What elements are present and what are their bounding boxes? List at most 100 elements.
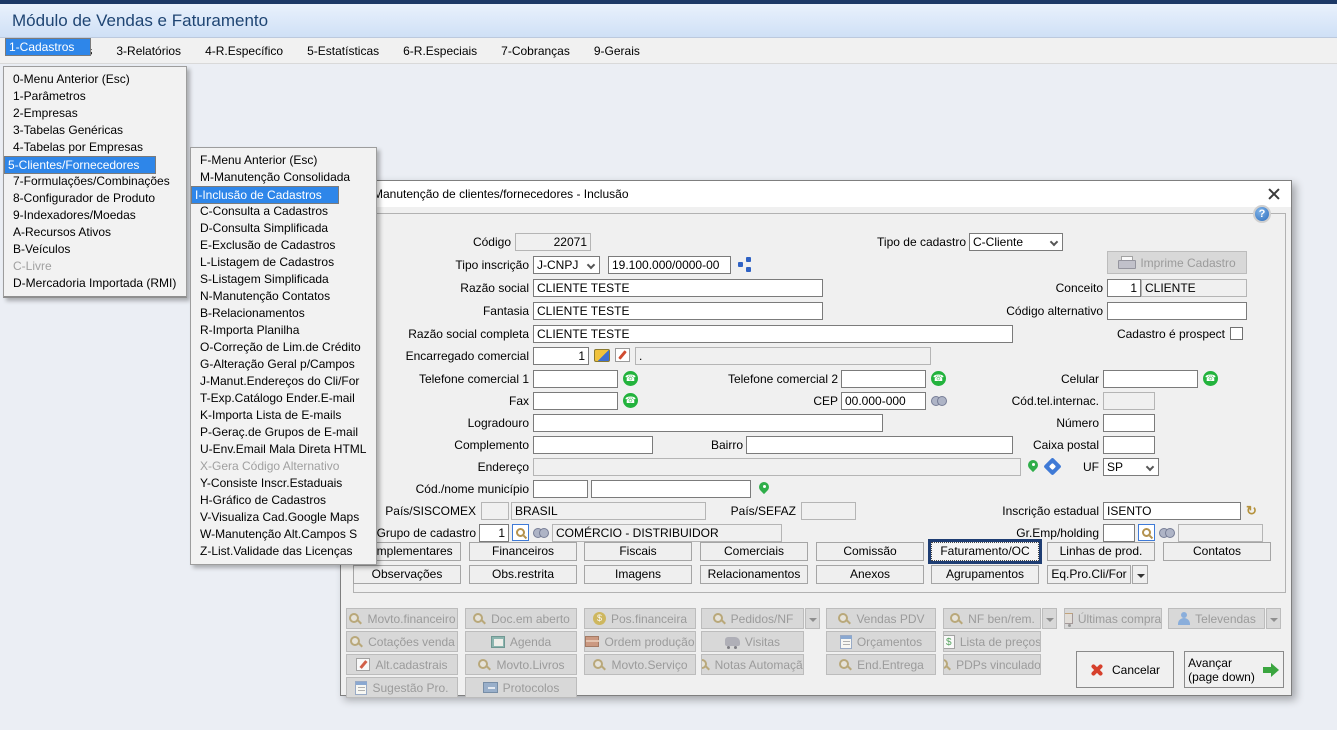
conceito-code-input[interactable]: 1 [1107, 279, 1141, 297]
button-pos-financeira[interactable]: Pos.financeira [584, 608, 696, 629]
button-alt-cadastrais[interactable]: Alt.cadastrais [346, 654, 458, 675]
whatsapp-icon[interactable] [931, 371, 946, 386]
razao-social-input[interactable]: CLIENTE TESTE [533, 279, 823, 297]
menu-item-b-relacionamentos[interactable]: B-Relacionamentos [191, 305, 376, 322]
button-vendas-pdv[interactable]: Vendas PDV [826, 608, 936, 629]
menu-item-z-list-validade-das-licencas[interactable]: Z-List.Validade das Licenças [191, 543, 376, 560]
menu-item-j-manut-enderecos-do-cli-for[interactable]: J-Manut.Endereços do Cli/For [191, 373, 376, 390]
menu-item-d-mercadoria-importada-rmi[interactable]: D-Mercadoria Importada (RMI) [4, 275, 186, 292]
prospect-checkbox[interactable] [1230, 327, 1243, 340]
help-icon[interactable] [1253, 205, 1271, 223]
tab-comerciais[interactable]: Comerciais [700, 542, 808, 561]
button-ultimas-compras[interactable]: Últimas compras [1064, 608, 1162, 629]
codigo-alternativo-input[interactable] [1107, 302, 1247, 320]
menu-item-m-manutencao-consolidada[interactable]: M-Manutenção Consolidada [191, 169, 376, 186]
busca-grupo-icon[interactable] [512, 524, 529, 541]
menu-item-i-inclusao-de-cadastros[interactable]: I-Inclusão de Cadastros [191, 186, 339, 204]
tab-relacionamentos[interactable]: Relacionamentos [700, 565, 808, 584]
button-protocolos[interactable]: Protocolos [465, 677, 577, 698]
button-end-entrega[interactable]: End.Entrega [826, 654, 936, 675]
button-pedidos-nf-dropdown-icon[interactable] [805, 608, 820, 629]
cep-input[interactable]: 00.000-000 [841, 392, 926, 410]
menubar-item-3-relatorios[interactable]: 3-Relatórios [104, 38, 193, 63]
fax-input[interactable] [533, 392, 618, 410]
tab-anexos[interactable]: Anexos [816, 565, 924, 584]
menubar-item-4-r-especifico[interactable]: 4-R.Específico [193, 38, 295, 63]
menu-item-w-manutencao-alt-campos-s[interactable]: W-Manutenção Alt.Campos S [191, 526, 376, 543]
municipio-code-input[interactable] [533, 480, 588, 498]
tab-financeiros[interactable]: Financeiros [469, 542, 577, 561]
button-movto-servico[interactable]: Movto.Serviço [584, 654, 696, 675]
button-nf-ben-rem-dropdown-icon[interactable] [1042, 608, 1057, 629]
tab-imagens[interactable]: Imagens [584, 565, 692, 584]
menu-item-x-gera-codigo-alternativo[interactable]: X-Gera Código Alternativo [191, 458, 376, 475]
menu-item-c-consulta-a-cadastros[interactable]: C-Consulta a Cadastros [191, 203, 376, 220]
fantasia-input[interactable]: CLIENTE TESTE [533, 302, 823, 320]
button-visitas[interactable]: Visitas [701, 631, 804, 652]
menu-item-t-exp-catalogo-ender-e-mail[interactable]: T-Exp.Catálogo Ender.E-mail [191, 390, 376, 407]
busca-cep-icon[interactable] [931, 394, 947, 407]
menu-item-4-tabelas-por-empresas[interactable]: 4-Tabelas por Empresas [4, 139, 186, 156]
menu-item-1-parametros[interactable]: 1-Parâmetros [4, 88, 186, 105]
close-icon[interactable] [1265, 185, 1283, 203]
telefone1-input[interactable] [533, 370, 618, 388]
menubar-item-9-gerais[interactable]: 9-Gerais [582, 38, 652, 63]
tab-eq-pro-cli-for[interactable]: Eq.Pro.Cli/For [1047, 565, 1131, 584]
menubar-item-1-cadastros[interactable]: 1-Cadastros [5, 38, 91, 56]
whatsapp-icon[interactable] [1203, 371, 1218, 386]
menu-item-9-indexadores-moedas[interactable]: 9-Indexadores/Moedas [4, 207, 186, 224]
tab-contatos[interactable]: Contatos [1163, 542, 1271, 561]
menu-item-g-alteracao-geral-p-campos[interactable]: G-Alteração Geral p/Campos [191, 356, 376, 373]
button-agenda[interactable]: Agenda [465, 631, 577, 652]
button-televendas-dropdown-icon[interactable] [1266, 608, 1281, 629]
tab-agrupamentos[interactable]: Agrupamentos [931, 565, 1039, 584]
button-movto-livros[interactable]: Movto.Livros [465, 654, 577, 675]
button-cotacoes-venda[interactable]: Cotações venda [346, 631, 458, 652]
button-doc-em-aberto[interactable]: Doc.em aberto [465, 608, 577, 629]
button-ordem-producao[interactable]: Ordem produção [584, 631, 696, 652]
sync-sintegra-icon[interactable] [1246, 503, 1261, 518]
button-lista-de-precos[interactable]: Lista de preços [943, 631, 1041, 652]
consulta-cnpj-icon[interactable] [738, 257, 753, 272]
menu-item-2-empresas[interactable]: 2-Empresas [4, 105, 186, 122]
tab-fiscais[interactable]: Fiscais [584, 542, 692, 561]
avancar-button[interactable]: Avançar (page down) [1184, 651, 1284, 688]
menubar-item-5-estatisticas[interactable]: 5-Estatísticas [295, 38, 391, 63]
tab-faturamento-oc[interactable]: Faturamento/OC [931, 542, 1039, 561]
menu-item-c-livre[interactable]: C-Livre [4, 258, 186, 275]
menu-item-3-tabelas-genericas[interactable]: 3-Tabelas Genéricas [4, 122, 186, 139]
razao-completa-input[interactable]: CLIENTE TESTE [533, 325, 1013, 343]
binoculars-icon[interactable] [533, 526, 549, 539]
button-notas-automacao[interactable]: Notas Automação [701, 654, 804, 675]
menu-item-d-consulta-simplificada[interactable]: D-Consulta Simplificada [191, 220, 376, 237]
button-movto-financeiro[interactable]: Movto.financeiro [346, 608, 458, 629]
busca-encarregado-icon[interactable] [594, 349, 610, 362]
numero-input[interactable] [1103, 414, 1155, 432]
binoculars-icon[interactable] [1159, 526, 1175, 539]
menu-item-a-recursos-ativos[interactable]: A-Recursos Ativos [4, 224, 186, 241]
map-pin-icon[interactable] [1027, 459, 1039, 473]
caixa-postal-input[interactable] [1103, 436, 1155, 454]
button-pdps-vinculados[interactable]: PDPs vinculados [943, 654, 1041, 675]
whatsapp-icon[interactable] [623, 393, 638, 408]
tab-obs-restrita[interactable]: Obs.restrita [469, 565, 577, 584]
menu-item-n-manutencao-contatos[interactable]: N-Manutenção Contatos [191, 288, 376, 305]
inscricao-estadual-input[interactable]: ISENTO [1103, 502, 1241, 520]
telefone2-input[interactable] [841, 370, 926, 388]
menu-item-f-menu-anterior-esc[interactable]: F-Menu Anterior (Esc) [191, 152, 376, 169]
tab-observacoes[interactable]: Observações [353, 565, 461, 584]
encarregado-code-input[interactable]: 1 [533, 347, 589, 365]
menu-item-p-gerac-de-grupos-de-e-mail[interactable]: P-Geraç.de Grupos de E-mail [191, 424, 376, 441]
menu-item-h-grafico-de-cadastros[interactable]: H-Gráfico de Cadastros [191, 492, 376, 509]
bairro-input[interactable] [746, 436, 1013, 454]
menu-item-k-importa-lista-de-e-mails[interactable]: K-Importa Lista de E-mails [191, 407, 376, 424]
tab-eq-pro-cli-for-dropdown-icon[interactable] [1132, 565, 1148, 584]
menu-item-r-importa-planilha[interactable]: R-Importa Planilha [191, 322, 376, 339]
uf-select[interactable]: SP [1103, 458, 1159, 476]
menubar-item-6-r-especiais[interactable]: 6-R.Especiais [391, 38, 489, 63]
button-sugestao-pro[interactable]: Sugestão Pro. [346, 677, 458, 698]
menubar-item-7-cobrancas[interactable]: 7-Cobranças [489, 38, 582, 63]
menu-item-5-clientes-fornecedores[interactable]: 5-Clientes/Fornecedores [4, 156, 156, 174]
menu-item-y-consiste-inscr-estaduais[interactable]: Y-Consiste Inscr.Estaduais [191, 475, 376, 492]
grupo-code-input[interactable]: 1 [479, 524, 509, 542]
